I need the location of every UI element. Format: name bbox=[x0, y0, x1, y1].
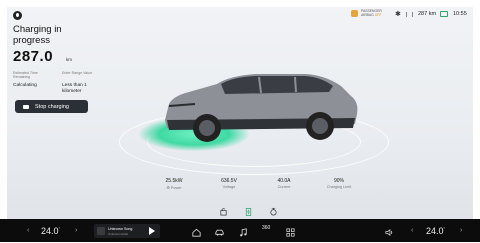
stat-voltage: 636.5V Voltage bbox=[221, 178, 237, 189]
range-value: 287.0 bbox=[13, 48, 54, 65]
range-unit: km bbox=[66, 57, 72, 62]
bluetooth-icon[interactable]: ✱ bbox=[395, 11, 401, 19]
song-title: Unknown Song bbox=[108, 227, 133, 231]
stat-charging-limit: 90% Charging Limit bbox=[326, 178, 352, 189]
brand-logo-icon[interactable] bbox=[13, 11, 22, 20]
clock: 10:55 bbox=[453, 11, 467, 17]
est-time-value: Calculating bbox=[13, 83, 37, 88]
enter-range-value: Less than 1 kilometer bbox=[62, 83, 87, 94]
battery-charge-icon[interactable] bbox=[244, 207, 253, 216]
left-temp[interactable]: 24.0° bbox=[41, 226, 60, 236]
ev-battery-icon bbox=[440, 11, 448, 17]
right-temp-up-icon[interactable]: › bbox=[460, 227, 462, 234]
home-icon[interactable] bbox=[191, 225, 202, 237]
stat-power: 25.5kW ⚙ Power bbox=[165, 178, 183, 190]
volume-icon[interactable] bbox=[384, 225, 395, 237]
status-range: 287 km bbox=[418, 11, 437, 17]
airbag-icon bbox=[351, 10, 358, 18]
enter-range-label: Enter Range Value bbox=[62, 71, 93, 75]
stat-current: 40.0A Current bbox=[277, 178, 291, 189]
bottom-dock: ‹ 24.0° › Unknown Song Unknown Artist 36… bbox=[0, 219, 480, 242]
song-artist: Unknown Artist bbox=[108, 232, 129, 236]
stop-charging-label: Stop charging bbox=[35, 103, 69, 110]
charge-port-lock-icon[interactable] bbox=[219, 207, 228, 216]
stop-charging-button[interactable]: Stop charging bbox=[15, 100, 88, 113]
vehicle-illustration bbox=[165, 74, 358, 142]
charging-screen: PASSENGER AIRBAG OFF ✱ 287 km 10:55 Char… bbox=[7, 7, 473, 226]
left-temp-down-icon[interactable]: ‹ bbox=[27, 227, 29, 234]
right-temp-down-icon[interactable]: ‹ bbox=[411, 227, 413, 234]
right-temp[interactable]: 24.0° bbox=[426, 226, 445, 236]
passenger-airbag-indicator: PASSENGER AIRBAG OFF bbox=[351, 9, 382, 18]
est-time-label: Estimated Time Remaining bbox=[13, 71, 38, 80]
left-temp-up-icon[interactable]: › bbox=[75, 227, 77, 234]
vehicle-icon[interactable] bbox=[214, 225, 225, 236]
page-title: Charging in progress bbox=[13, 24, 62, 46]
signal-icon bbox=[406, 12, 413, 17]
airbag-line2: AIRBAG bbox=[361, 12, 374, 17]
view-360-icon[interactable]: 360 bbox=[262, 225, 270, 231]
plug-icon bbox=[23, 104, 29, 109]
charging-schedule-icon[interactable] bbox=[269, 207, 278, 216]
apps-grid-icon[interactable] bbox=[285, 225, 296, 237]
music-icon[interactable] bbox=[238, 225, 249, 237]
album-art-icon bbox=[97, 227, 105, 235]
airbag-state: OFF bbox=[374, 12, 382, 17]
play-icon[interactable] bbox=[149, 227, 155, 235]
media-player[interactable]: Unknown Song Unknown Artist bbox=[94, 224, 160, 238]
status-bar: PASSENGER AIRBAG OFF ✱ 287 km 10:55 bbox=[7, 7, 473, 23]
